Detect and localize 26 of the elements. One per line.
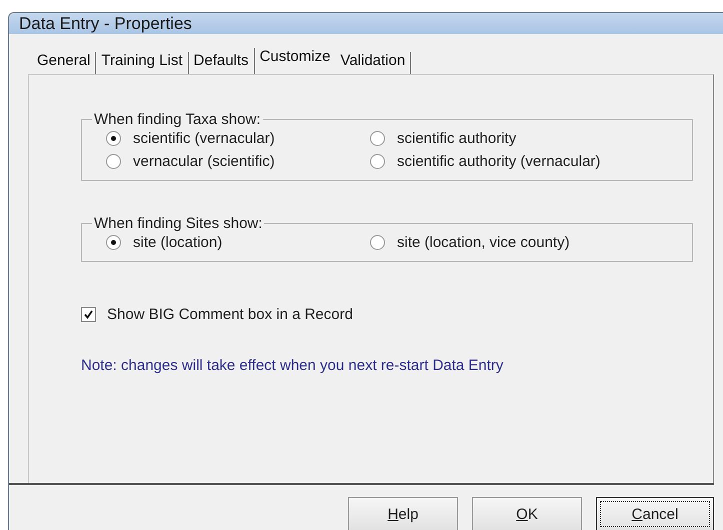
group-label: When finding Sites show: — [93, 215, 264, 232]
tab[interactable]: General — [32, 52, 96, 74]
radio-label: scientific authority — [397, 130, 516, 147]
tab[interactable]: Validation — [335, 52, 412, 74]
window-title: Data Entry - Properties — [19, 14, 192, 34]
radio-button[interactable] — [370, 131, 385, 146]
radio-label: site (location) — [133, 234, 222, 251]
radio-label: scientific (vernacular) — [133, 130, 275, 147]
group-label: When finding Taxa show: — [93, 111, 262, 128]
radio-label: vernacular (scientific) — [133, 153, 275, 170]
checkbox[interactable] — [81, 307, 96, 322]
dialog-button[interactable]: Cancel — [596, 497, 714, 530]
radio-button[interactable] — [370, 235, 385, 250]
tab[interactable]: Training List — [96, 52, 189, 74]
radio-button[interactable] — [370, 154, 385, 169]
tab[interactable]: Customize — [254, 48, 336, 74]
radio-button[interactable] — [106, 131, 121, 146]
radio-label: scientific authority (vernacular) — [397, 153, 600, 170]
tab[interactable]: Defaults — [188, 52, 255, 74]
checkbox-label: Show BIG Comment box in a Record — [107, 306, 353, 323]
dialog-button[interactable]: OK — [472, 497, 582, 530]
radio-label: site (location, vice county) — [397, 234, 570, 251]
radio-button[interactable] — [106, 235, 121, 250]
note-text: Note: changes will take effect when you next re-start Data Entry — [81, 357, 504, 374]
dialog-button[interactable]: Help — [348, 497, 458, 530]
radio-button[interactable] — [106, 154, 121, 169]
